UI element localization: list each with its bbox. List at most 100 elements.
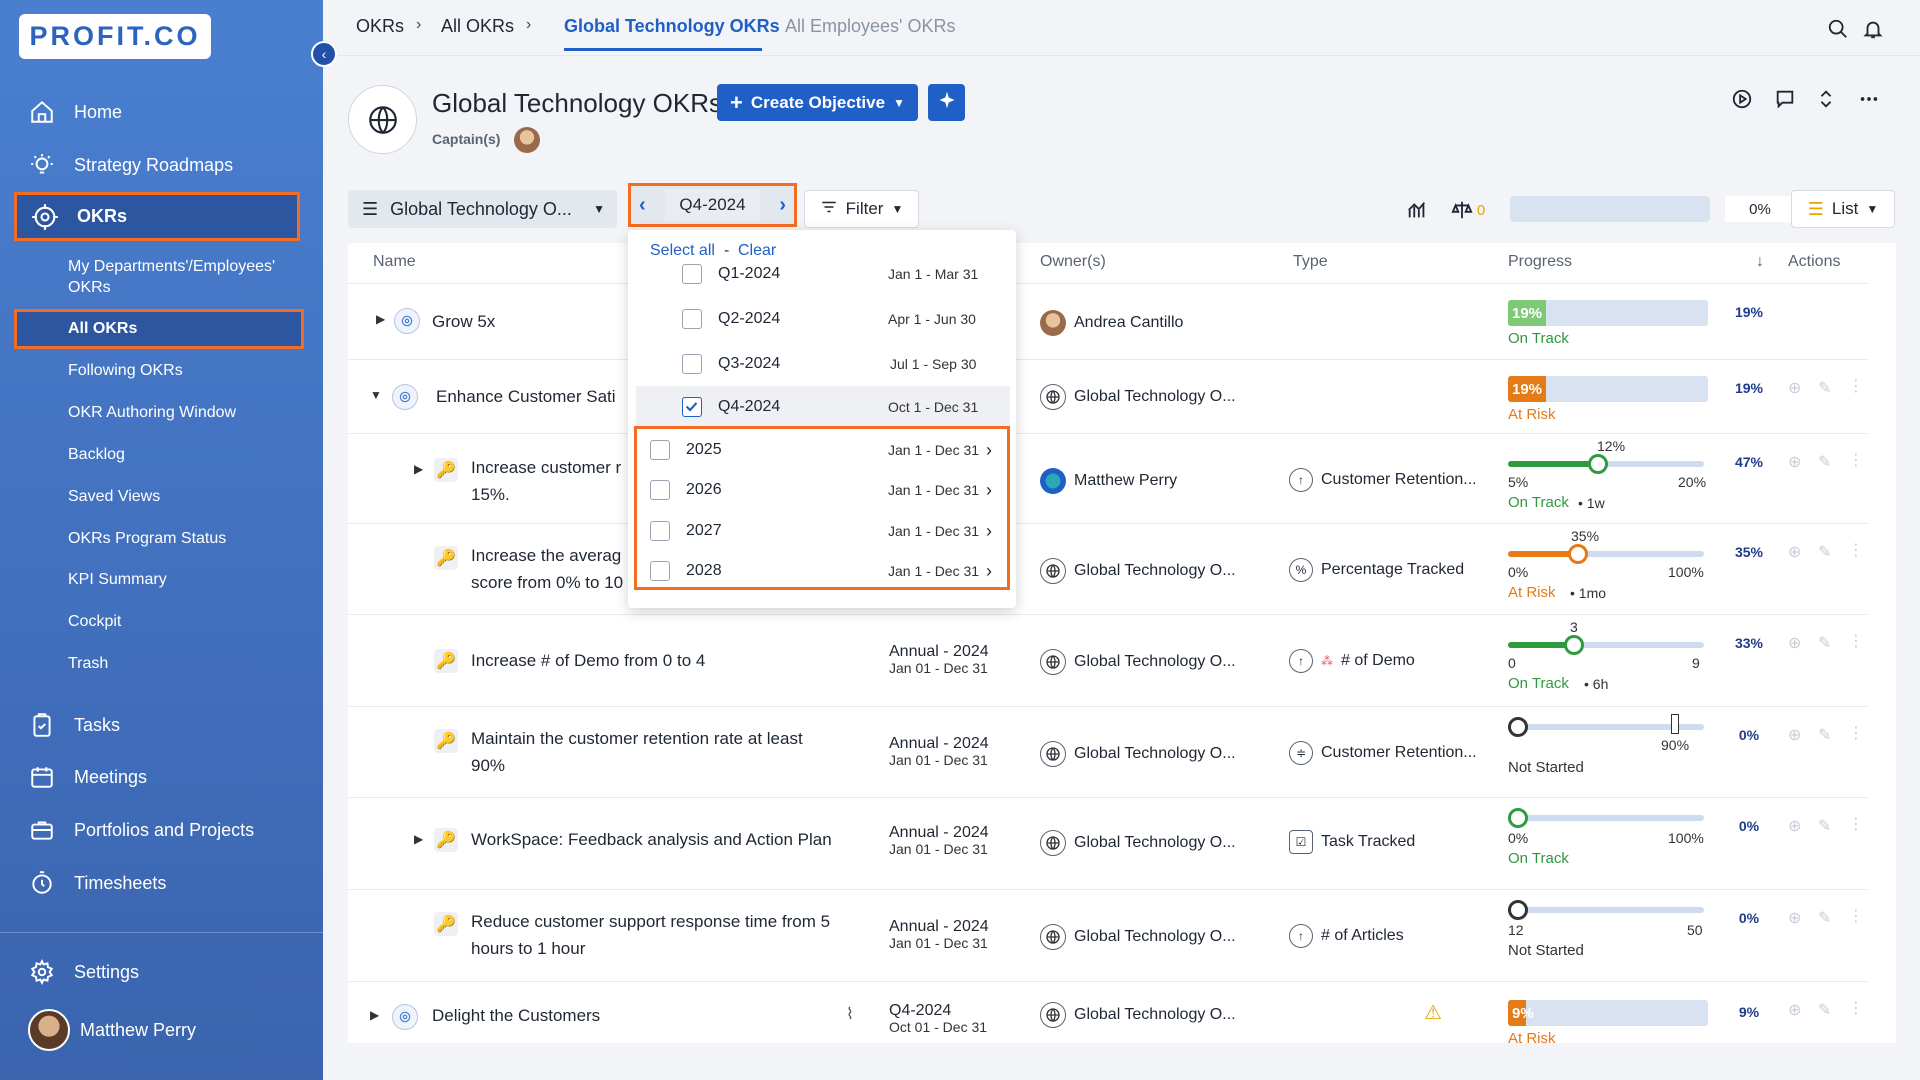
table-row[interactable]: ▶ 🔑 Increase customer r 15%. Matthew Perr… bbox=[348, 433, 1868, 523]
add-icon[interactable]: ⊕ bbox=[1788, 542, 1801, 562]
table-row[interactable]: 🔑 Increase # of Demo from 0 to 4 Annual … bbox=[348, 614, 1868, 706]
sub-backlog[interactable]: Backlog bbox=[68, 446, 125, 464]
balance-icon[interactable]: 0 bbox=[1446, 197, 1490, 223]
add-icon[interactable]: ⊕ bbox=[1788, 378, 1801, 398]
nav-settings[interactable]: Settings bbox=[28, 958, 139, 986]
slider-knob[interactable] bbox=[1564, 635, 1584, 655]
checkbox[interactable] bbox=[682, 354, 702, 374]
okr-name[interactable]: Enhance Customer Sati bbox=[436, 387, 616, 407]
okr-name[interactable]: Increase the averag score from 0% to 10 bbox=[471, 542, 623, 596]
owner[interactable]: Global Technology O... bbox=[1040, 558, 1236, 584]
sub-okr-authoring-window[interactable]: OKR Authoring Window bbox=[68, 404, 236, 422]
add-icon[interactable]: ⊕ bbox=[1788, 725, 1801, 745]
ai-sparkle-button[interactable] bbox=[928, 84, 965, 121]
kebab-icon[interactable]: ⋮ bbox=[1848, 450, 1864, 470]
create-objective-button[interactable]: + Create Objective ▼ bbox=[717, 84, 918, 121]
slider-knob[interactable] bbox=[1508, 717, 1528, 737]
table-row[interactable]: 🔑 Increase the averag score from 0% to 10… bbox=[348, 523, 1868, 614]
comment-icon[interactable] bbox=[1772, 86, 1798, 112]
kebab-icon[interactable]: ⋮ bbox=[1848, 540, 1864, 560]
edit-icon[interactable]: ✎ bbox=[1818, 816, 1831, 836]
nav-okrs[interactable]: OKRs bbox=[14, 192, 300, 241]
checkbox[interactable] bbox=[682, 309, 702, 329]
filter-button[interactable]: Filter ▼ bbox=[804, 190, 919, 228]
team-select[interactable]: ☰ Global Technology O... ▼ bbox=[348, 190, 617, 228]
okr-name[interactable]: Grow 5x bbox=[432, 312, 495, 332]
sub-okrs-program-status[interactable]: OKRs Program Status bbox=[68, 530, 226, 548]
nav-strategy-roadmaps[interactable]: Strategy Roadmaps bbox=[28, 151, 233, 179]
nav-tasks[interactable]: Tasks bbox=[28, 711, 120, 739]
edit-icon[interactable]: ✎ bbox=[1818, 1000, 1831, 1020]
checkbox[interactable] bbox=[650, 480, 670, 500]
next-period-icon[interactable]: › bbox=[779, 194, 786, 217]
table-row[interactable]: 🔑 Maintain the customer retention rate a… bbox=[348, 706, 1868, 797]
nav-portfolios-projects[interactable]: Portfolios and Projects bbox=[28, 816, 254, 844]
checkbox[interactable] bbox=[650, 521, 670, 541]
edit-icon[interactable]: ✎ bbox=[1818, 908, 1831, 928]
view-mode-button[interactable]: ☰ List ▼ bbox=[1791, 190, 1895, 228]
period-option[interactable]: Q3-2024 Jul 1 - Sep 30 bbox=[628, 344, 1016, 384]
sub-all-okrs[interactable]: All OKRs bbox=[14, 309, 304, 349]
add-icon[interactable]: ⊕ bbox=[1788, 816, 1801, 836]
slider-knob[interactable] bbox=[1508, 808, 1528, 828]
chevron-right-icon[interactable]: › bbox=[986, 440, 992, 461]
kebab-icon[interactable]: ⋮ bbox=[1848, 906, 1864, 926]
year-option[interactable]: 2027 Jan 1 - Dec 31 › bbox=[628, 511, 1016, 551]
period-option[interactable]: Q4-2024 Oct 1 - Dec 31 bbox=[628, 387, 1016, 427]
kebab-icon[interactable]: ⋮ bbox=[1848, 723, 1864, 743]
tab-all-employees-okrs[interactable]: All Employees' OKRs bbox=[785, 16, 956, 37]
table-row[interactable]: ▼ Enhance Customer Sati Global Technolog… bbox=[348, 359, 1868, 433]
slider-knob[interactable] bbox=[1588, 454, 1608, 474]
sub-kpi-summary[interactable]: KPI Summary bbox=[68, 571, 167, 589]
okr-name[interactable]: Reduce customer support response time fr… bbox=[471, 908, 830, 962]
caret-right-icon[interactable]: ▶ bbox=[376, 312, 385, 326]
okr-name[interactable]: Increase # of Demo from 0 to 4 bbox=[471, 651, 705, 671]
nav-home[interactable]: Home bbox=[28, 98, 122, 126]
profit-co-logo[interactable]: PROFIT.CO bbox=[19, 14, 211, 59]
table-row[interactable]: ▶ Grow 5x Andrea Cantillo 19% On Track 1… bbox=[348, 283, 1868, 359]
period-selector[interactable]: ‹ Q4-2024 › bbox=[628, 183, 797, 227]
captain-avatar[interactable] bbox=[514, 127, 540, 153]
owner[interactable]: Global Technology O... bbox=[1040, 384, 1236, 410]
table-row[interactable]: ▶ 🔑 WorkSpace: Feedback analysis and Act… bbox=[348, 797, 1868, 889]
owner[interactable]: Global Technology O... bbox=[1040, 649, 1236, 675]
pulse-icon[interactable]: ⌇ bbox=[846, 1004, 854, 1024]
year-option[interactable]: 2025 Jan 1 - Dec 31 › bbox=[628, 430, 1016, 470]
sub-following-okrs[interactable]: Following OKRs bbox=[68, 362, 183, 380]
col-header-type[interactable]: Type bbox=[1293, 253, 1328, 271]
owner[interactable]: Global Technology O... bbox=[1040, 830, 1236, 856]
sub-cockpit[interactable]: Cockpit bbox=[68, 613, 121, 631]
tab-global-technology-okrs[interactable]: Global Technology OKRs bbox=[564, 16, 780, 37]
caret-down-icon[interactable]: ▼ bbox=[370, 388, 382, 402]
add-icon[interactable]: ⊕ bbox=[1788, 633, 1801, 653]
checkbox-checked[interactable] bbox=[682, 397, 702, 417]
chevron-right-icon[interactable]: › bbox=[986, 480, 992, 501]
nav-timesheets[interactable]: Timesheets bbox=[28, 869, 166, 897]
owner[interactable]: Andrea Cantillo bbox=[1040, 310, 1183, 336]
period-option[interactable]: Q2-2024 Apr 1 - Jun 30 bbox=[628, 299, 1016, 339]
kebab-icon[interactable]: ⋮ bbox=[1848, 631, 1864, 651]
table-row[interactable]: ▶ Delight the Customers ⌇ Q4-2024 Oct 01 … bbox=[348, 981, 1868, 1047]
sub-my-departments[interactable]: My Departments'/Employees' OKRs bbox=[68, 256, 298, 298]
user-profile[interactable]: Matthew Perry bbox=[28, 1009, 196, 1051]
warning-icon[interactable]: ⚠ bbox=[1424, 1000, 1442, 1025]
kebab-icon[interactable]: ⋮ bbox=[1848, 376, 1864, 396]
chevron-right-icon[interactable]: › bbox=[986, 521, 992, 542]
edit-icon[interactable]: ✎ bbox=[1818, 542, 1831, 562]
expand-collapse-icon[interactable] bbox=[1813, 86, 1839, 112]
owner[interactable]: Global Technology O... bbox=[1040, 1002, 1236, 1028]
edit-icon[interactable]: ✎ bbox=[1818, 378, 1831, 398]
add-icon[interactable]: ⊕ bbox=[1788, 908, 1801, 928]
table-row[interactable]: 🔑 Reduce customer support response time … bbox=[348, 889, 1868, 981]
okr-name[interactable]: Delight the Customers bbox=[432, 1006, 600, 1026]
okr-name[interactable]: Maintain the customer retention rate at … bbox=[471, 725, 803, 779]
more-options-icon[interactable] bbox=[1856, 86, 1882, 112]
breadcrumb-all-okrs[interactable]: All OKRs bbox=[441, 16, 514, 37]
owner[interactable]: Global Technology O... bbox=[1040, 924, 1236, 950]
okr-name[interactable]: Increase customer r 15%. bbox=[471, 454, 621, 508]
bell-icon[interactable] bbox=[1860, 16, 1886, 42]
add-icon[interactable]: ⊕ bbox=[1788, 452, 1801, 472]
chart-icon[interactable] bbox=[1404, 197, 1430, 223]
sub-saved-views[interactable]: Saved Views bbox=[68, 488, 160, 506]
edit-icon[interactable]: ✎ bbox=[1818, 725, 1831, 745]
